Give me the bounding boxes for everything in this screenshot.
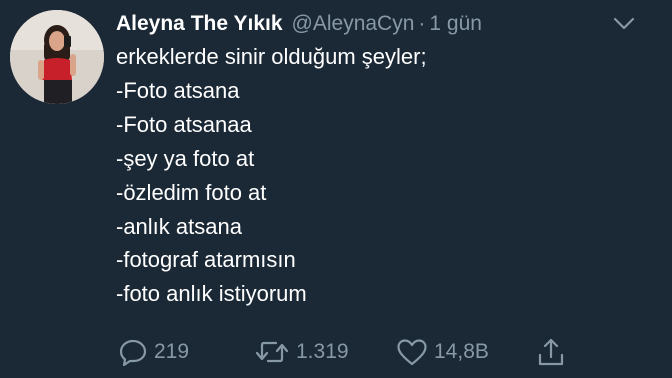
retweet-count: 1.319	[296, 340, 349, 363]
tweet-header: Aleyna The Yıkık @AleynaCyn · 1 gün	[116, 10, 482, 38]
avatar[interactable]	[10, 10, 104, 104]
tweet-text: erkeklerde sinir olduğum şeyler; -Foto a…	[116, 40, 656, 311]
tweet-menu-button[interactable]	[610, 12, 638, 36]
profile-photo-icon	[10, 10, 104, 104]
share-button[interactable]	[536, 334, 566, 370]
tweet-text-line: erkeklerde sinir olduğum şeyler;	[116, 44, 427, 69]
tweet-text-line: -fotograf atarmısın	[116, 247, 296, 273]
tweet-text-line: -Foto atsanaa	[116, 111, 252, 137]
user-handle[interactable]: @AleynaCyn	[292, 10, 415, 38]
tweet-actions: 219 1.319 14,8B	[116, 334, 672, 370]
tweet-text-line: -foto anlık istiyorum	[116, 281, 307, 307]
separator-dot: ·	[418, 12, 426, 35]
retweet-icon	[255, 341, 289, 363]
tweet-text-line: -Foto atsana	[116, 77, 240, 103]
display-name[interactable]: Aleyna The Yıkık	[116, 10, 283, 38]
reply-icon	[119, 339, 147, 366]
tweet-text-line: -şey ya foto at	[116, 145, 255, 171]
timestamp[interactable]: 1 gün	[429, 10, 482, 38]
heart-icon	[397, 339, 427, 366]
retweet-button[interactable]: 1.319	[254, 334, 349, 370]
like-button[interactable]: 14,8B	[396, 334, 489, 370]
like-count: 14,8B	[434, 340, 489, 363]
reply-count: 219	[154, 340, 190, 363]
tweet: Aleyna The Yıkık @AleynaCyn · 1 gün erke…	[0, 0, 672, 378]
reply-button[interactable]: 219	[118, 334, 189, 370]
chevron-down-icon	[613, 17, 635, 30]
tweet-text-line: -anlık atsana	[116, 213, 242, 239]
tweet-text-line: -özledim foto at	[116, 179, 267, 205]
share-icon	[538, 338, 564, 366]
